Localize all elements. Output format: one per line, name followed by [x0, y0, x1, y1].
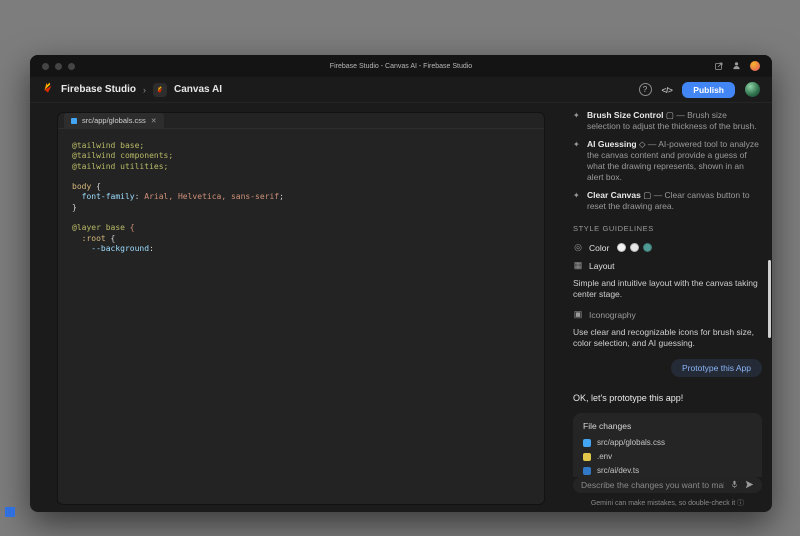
file-name: src/app/globals.css — [597, 438, 666, 447]
palette-icon: ◎ — [574, 242, 582, 252]
file-row[interactable]: .env — [583, 452, 752, 461]
info-icon: ⓘ — [737, 500, 745, 507]
iconography-label: Iconography — [589, 309, 636, 320]
sparkle-icon: ✦ — [573, 111, 580, 120]
help-icon[interactable]: ? — [638, 83, 652, 96]
chat-input[interactable] — [581, 480, 724, 490]
editor-tab-label: src/app/globals.css — [82, 116, 146, 125]
feature-list: ✦ Brush Size Control ▢ — Brush size selec… — [573, 110, 762, 212]
layout-guideline-row: ▦ Layout — [573, 260, 762, 271]
feature-inline-icon: ◇ — [638, 139, 648, 149]
feature-text: Brush Size Control ▢ — Brush size select… — [587, 110, 757, 131]
main-content: src/app/globals.css ✕ @tailwind base; @ta… — [30, 103, 772, 512]
open-in-icon[interactable] — [715, 57, 723, 75]
disclaimer-label: Gemini can make mistakes, so double-chec… — [590, 500, 736, 507]
color-swatch[interactable] — [630, 243, 640, 252]
app-name[interactable]: Firebase Studio — [61, 84, 136, 95]
publish-button[interactable]: Publish — [682, 81, 735, 98]
css-file-icon — [583, 438, 591, 447]
editor-tab[interactable]: src/app/globals.css ✕ — [64, 113, 164, 128]
app-window: Firebase Studio - Canvas AI - Firebase S… — [30, 55, 772, 512]
close-tab-icon[interactable]: ✕ — [151, 117, 157, 125]
page-title: Canvas AI — [174, 84, 222, 95]
color-swatch[interactable] — [643, 243, 653, 252]
chat-input-row — [573, 477, 762, 493]
layout-description: Simple and intuitive layout with the can… — [573, 278, 758, 299]
project-badge — [153, 82, 168, 97]
vertical-scrollbar[interactable] — [768, 260, 771, 338]
style-guidelines-header: STYLE GUIDELINES — [573, 224, 654, 233]
zoom-window-icon[interactable] — [68, 62, 75, 70]
user-avatar[interactable] — [745, 82, 760, 97]
color-guideline-row: ◎ Color — [573, 242, 762, 253]
file-list: src/app/globals.css.envsrc/ai/dev.tssrc/… — [583, 438, 752, 477]
chat-scroll-area[interactable]: ✦ Brush Size Control ▢ — Brush size selec… — [573, 110, 762, 477]
app-header: Firebase Studio › Canvas AI ? </> Publis… — [30, 77, 772, 103]
color-label: Color — [589, 242, 610, 253]
ts-file-icon — [583, 466, 591, 475]
code-editor: src/app/globals.css ✕ @tailwind base; @ta… — [57, 112, 545, 505]
sparkle-icon: ✦ — [573, 140, 580, 149]
file-name: src/ai/dev.ts — [597, 466, 640, 475]
window-title: Firebase Studio - Canvas AI - Firebase S… — [329, 62, 473, 70]
file-row[interactable]: src/app/globals.css — [583, 438, 752, 447]
layout-icon: ▦ — [573, 260, 583, 270]
feature-item: ✦ AI Guessing ◇ — AI-powered tool to anal… — [573, 139, 762, 183]
close-window-icon[interactable] — [42, 62, 49, 70]
traffic-lights[interactable] — [42, 62, 75, 70]
feature-item: ✦ Clear Canvas ▢ — Clear canvas button to… — [573, 190, 762, 212]
file-changes-card: File changes src/app/globals.css .env src/… — [573, 413, 762, 477]
color-swatches — [617, 243, 653, 252]
browser-avatar[interactable] — [750, 61, 760, 71]
feature-inline-icon: ▢ — [665, 110, 677, 120]
prototype-app-button[interactable]: Prototype this App — [671, 359, 762, 377]
disclaimer-text: Gemini can make mistakes, so double-chec… — [573, 498, 762, 508]
assistant-message: OK, let's prototype this app! — [573, 393, 684, 403]
feature-text: Clear Canvas ▢ — Clear canvas button to … — [587, 190, 750, 211]
sparkle-icon: ✦ — [573, 191, 580, 200]
dock-app-peek — [5, 507, 15, 517]
iconography-icon: ▣ — [573, 309, 583, 319]
feature-inline-icon: ▢ — [643, 190, 654, 200]
minimize-window-icon[interactable] — [55, 62, 62, 70]
css-file-icon — [71, 117, 77, 124]
code-area[interactable]: @tailwind base; @tailwind components; @tai… — [58, 129, 544, 266]
iconography-guideline-row: ▣ Iconography — [573, 309, 762, 320]
feature-text: AI Guessing ◇ — AI-powered tool to analy… — [587, 139, 759, 182]
file-row[interactable]: src/ai/dev.ts — [583, 466, 752, 475]
color-swatch[interactable] — [617, 243, 627, 252]
mic-icon[interactable] — [730, 476, 739, 494]
window-titlebar: Firebase Studio - Canvas AI - Firebase S… — [30, 55, 772, 77]
send-icon[interactable] — [745, 476, 754, 494]
firebase-logo-icon — [42, 81, 54, 99]
file-changes-title: File changes — [583, 421, 632, 431]
iconography-description: Use clear and recognizable icons for bru… — [573, 327, 754, 348]
env-file-icon — [583, 452, 591, 461]
code-view-icon[interactable]: </> — [662, 85, 673, 95]
file-name: .env — [597, 452, 613, 461]
chat-panel: ✦ Brush Size Control ▢ — Brush size selec… — [573, 110, 762, 508]
editor-tabbar: src/app/globals.css ✕ — [58, 113, 544, 129]
breadcrumb-chevron-icon: › — [143, 84, 147, 95]
feature-item: ✦ Brush Size Control ▢ — Brush size selec… — [573, 110, 762, 132]
profile-icon[interactable] — [732, 57, 741, 75]
layout-label: Layout — [589, 260, 615, 271]
